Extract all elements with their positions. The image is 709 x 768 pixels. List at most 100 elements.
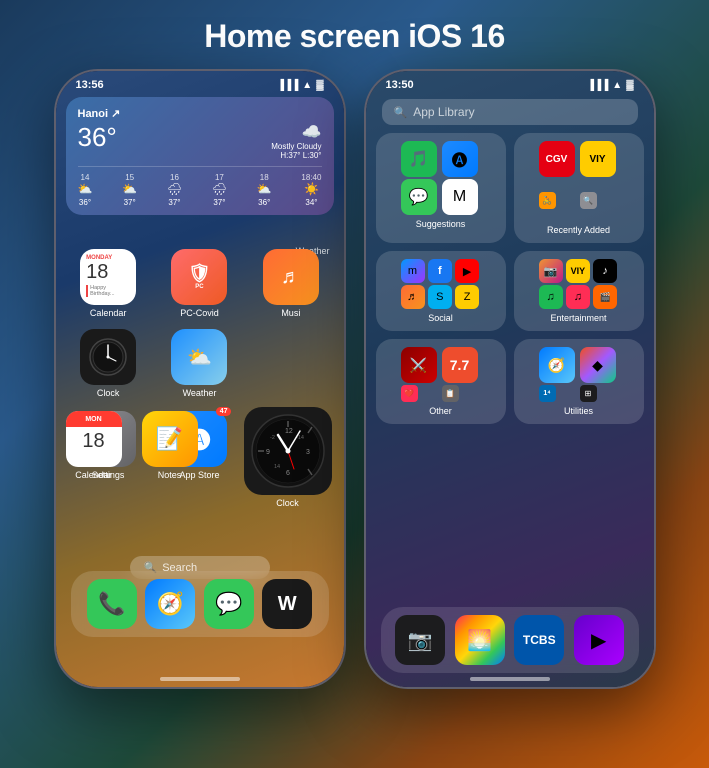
app-library-placeholder: App Library — [413, 105, 474, 119]
folder-utilities[interactable]: 🧭 ◆ 1⁴ ⊞ Utilities — [514, 339, 644, 424]
facebook-icon-lib: f — [428, 259, 452, 283]
calendar-event: Happy Birthday... — [86, 285, 130, 297]
svg-text:-2: -2 — [270, 435, 275, 441]
social-label: Social — [428, 313, 453, 323]
notes-label: Notes — [158, 470, 182, 480]
forecast-item-2: 16🌧37° — [167, 173, 182, 207]
utilities-label: Utilities — [564, 406, 593, 416]
folder-entertainment[interactable]: 📷 VIY ♪ ♫ ♫ 🎬 Entertainment — [514, 251, 644, 331]
dock-photos[interactable]: 🌅 — [455, 615, 505, 665]
forecast-item-3: 17🌧37° — [212, 173, 227, 207]
suggestions-label: Suggestions — [416, 219, 466, 229]
utilities-apps: 🧭 ◆ 1⁴ ⊞ — [539, 347, 619, 402]
dock-tcbs[interactable]: TCBS — [514, 615, 564, 665]
cycling-icon-lib: 🚴 — [539, 192, 556, 209]
clock-widget-label: Clock — [276, 498, 299, 508]
apps-row1: MONDAY 18 Happy Birthday... Calendar 🛡 P… — [66, 249, 334, 318]
skype-icon-lib: S — [428, 285, 452, 309]
youtube-icon-lib: ▶ — [455, 259, 479, 283]
calendar-mini-icon: MON 18 — [66, 411, 122, 467]
calendar-mini-wrapper[interactable]: MON 18 Calendar — [66, 411, 122, 480]
home-indicator-phone1 — [160, 677, 240, 681]
notes-wrapper[interactable]: 📝 Notes — [142, 411, 198, 480]
vnpay-icon-lib: 1⁴ — [539, 385, 556, 402]
dock-camera[interactable]: 📷 — [395, 615, 445, 665]
dock-notion[interactable]: W — [262, 579, 312, 629]
game-icon-lib: ⚔️ — [401, 347, 437, 383]
spotify-ent-icon-lib: ♫ — [539, 285, 563, 309]
home-indicator-phone2 — [470, 677, 550, 681]
calendar-widget-wrapper[interactable]: MONDAY 18 Happy Birthday... Calendar — [66, 249, 151, 318]
signal-icon: ▐▐▐ — [277, 80, 298, 91]
calc-icon-lib: ⊞ — [580, 385, 597, 402]
calendar-widget-icon: MONDAY 18 Happy Birthday... — [80, 249, 136, 305]
status-time-phone2: 13:50 — [386, 79, 414, 91]
other-label: Other — [429, 406, 452, 416]
misc-icon-lib: 📋 — [442, 385, 459, 402]
weather-widget[interactable]: Hanoi ↗ 36° ☁️ Mostly Cloudy H:37° L:30°… — [66, 97, 334, 215]
wifi-icon: ▲ — [302, 80, 312, 91]
cgv2-icon-lib: 🎬 — [593, 285, 617, 309]
folder-recently-added[interactable]: CGV VIY 🚴 🔍 Recently Added — [514, 133, 644, 243]
library-grid: 🎵 🅐 💬 M Suggestions CGV VIY 🚴 🔍 — [376, 133, 644, 424]
status-icons-phone2: ▐▐▐ ▲ ▓ — [587, 80, 633, 91]
musi-label: Musi — [281, 308, 300, 318]
entertainment-apps: 📷 VIY ♪ ♫ ♫ 🎬 — [539, 259, 619, 309]
search-icon-lib: 🔍 — [580, 192, 597, 209]
battery-icon: ▓ — [316, 80, 323, 91]
calendar-mini-label: Calendar — [75, 470, 112, 480]
weather-app-label: Weather — [183, 388, 217, 398]
weather-temp-row: 36° ☁️ Mostly Cloudy H:37° L:30° — [78, 122, 322, 160]
status-bar-phone1: 13:56 ▐▐▐ ▲ ▓ — [56, 71, 344, 95]
clock-icon — [80, 329, 136, 385]
calendar-date: 18 — [86, 261, 130, 283]
messenger-icon-lib: m — [401, 259, 425, 283]
other-apps: ⚔️ 7.7 ❤️ 📋 — [401, 347, 481, 402]
clock-icon-wrapper[interactable]: Clock — [66, 329, 151, 398]
phone2-screen: 13:50 ▐▐▐ ▲ ▓ 🔍 App Library 🎵 — [366, 71, 654, 687]
dock-vivid[interactable]: ▶ — [574, 615, 624, 665]
weather-right: ☁️ Mostly Cloudy H:37° L:30° — [271, 122, 321, 160]
phones-container: 13:56 ▐▐▐ ▲ ▓ Hanoi ↗ 36° ☁️ Mostly Clou… — [0, 69, 709, 689]
apps-row2: Clock ⛅ Weather — [66, 329, 334, 398]
forecast-item-4: 18⛅36° — [257, 173, 272, 207]
folder-social[interactable]: m f ▶ ♬ S Z Social — [376, 251, 506, 331]
gmail-icon-lib: M — [442, 179, 478, 215]
clock-widget-large-wrapper[interactable]: 12 3 6 9 -2 -14 14 — [244, 407, 332, 508]
status-time-phone1: 13:56 — [76, 79, 104, 91]
folder-other[interactable]: ⚔️ 7.7 ❤️ 📋 Other — [376, 339, 506, 424]
pc-covid-label: PC-Covid — [180, 308, 219, 318]
musi-wrapper[interactable]: ♬ Musi — [248, 249, 333, 318]
notes-icon: 📝 — [142, 411, 198, 467]
svg-text:6: 6 — [286, 470, 290, 477]
search-icon-library: 🔍 — [394, 106, 408, 119]
tiktok-icon-lib: ♪ — [593, 259, 617, 283]
zoo-icon-lib: Z — [455, 285, 479, 309]
entertainment-label: Entertainment — [550, 313, 606, 323]
musi-icon-lib: ♬ — [401, 285, 425, 309]
weather-app-wrapper[interactable]: ⛅ Weather — [157, 329, 242, 398]
pc-covid-wrapper[interactable]: 🛡 PC PC-Covid — [157, 249, 242, 318]
clock-widget-svg: 12 3 6 9 -2 -14 14 — [250, 413, 326, 489]
instagram-icon-lib: 📷 — [539, 259, 563, 283]
vivy-icon-lib: VIY — [566, 259, 590, 283]
clock-widget-large: 12 3 6 9 -2 -14 14 — [244, 407, 332, 495]
phone2: 13:50 ▐▐▐ ▲ ▓ 🔍 App Library 🎵 — [364, 69, 656, 689]
svg-text:12: 12 — [285, 428, 293, 435]
dock-safari[interactable]: 🧭 — [145, 579, 195, 629]
signal-icon-p2: ▐▐▐ — [587, 80, 608, 91]
folder-suggestions[interactable]: 🎵 🅐 💬 M Suggestions — [376, 133, 506, 243]
wifi-icon-p2: ▲ — [612, 80, 622, 91]
phone1: 13:56 ▐▐▐ ▲ ▓ Hanoi ↗ 36° ☁️ Mostly Clou… — [54, 69, 346, 689]
cgv-icon-lib: CGV — [539, 141, 575, 177]
appstore-icon-lib: 🅐 — [442, 141, 478, 177]
status-icons-phone1: ▐▐▐ ▲ ▓ — [277, 80, 323, 91]
pc-covid-icon: 🛡 PC — [171, 249, 227, 305]
phone1-screen: 13:56 ▐▐▐ ▲ ▓ Hanoi ↗ 36° ☁️ Mostly Clou… — [56, 71, 344, 687]
weather-cloud-icon: ☁️ — [271, 122, 321, 142]
weather-desc: Mostly Cloudy — [271, 142, 321, 151]
dock-messages[interactable]: 💬 — [204, 579, 254, 629]
dock-phone[interactable]: 📞 — [87, 579, 137, 629]
app-library-search[interactable]: 🔍 App Library — [382, 99, 638, 125]
shopee-icon-lib: 7.7 — [442, 347, 478, 383]
